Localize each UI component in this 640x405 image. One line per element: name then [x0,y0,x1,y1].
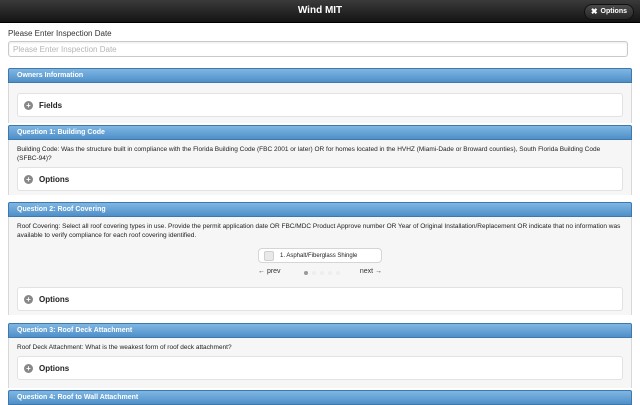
inspection-date-label: Please Enter Inspection Date [8,29,112,38]
options-collapsible[interactable]: + Options [17,287,623,311]
options-button[interactable]: ✖ Options [583,4,634,20]
app-header: Wind MIT ✖ Options [0,0,640,23]
section-question-4: Question 4: Roof to Wall Attachment [8,390,632,405]
pager-dot[interactable] [312,271,316,275]
section-header[interactable]: Owners Information [8,68,632,83]
pager-dot[interactable] [304,271,308,275]
fields-collapsible[interactable]: + Fields [17,93,623,117]
pager-dots [304,271,340,275]
plus-icon: + [24,100,33,110]
checkbox-icon[interactable] [264,250,274,261]
collapsible-label: Options [39,294,70,304]
inspection-date-input[interactable] [8,41,628,57]
section-owners-information: Owners Information + Fields [8,68,632,123]
question-text: Roof Covering: Select all roof covering … [17,223,621,239]
option-pager: ← prev next → [258,267,382,279]
options-collapsible[interactable]: + Options [17,356,623,380]
close-icon: ✖ [590,7,598,16]
app-title: Wind MIT [297,5,343,16]
question-text: Roof Deck Attachment: What is the weakes… [17,344,232,351]
section-body: + Fields [8,83,632,123]
section-body: Roof Covering: Select all roof covering … [8,217,632,315]
prev-button[interactable]: ← prev [258,268,281,275]
plus-icon: + [24,294,33,304]
section-question-3: Question 3: Roof Deck Attachment Roof De… [8,323,632,388]
roof-covering-option[interactable]: 1. Asphalt/Fiberglass Shingle [258,248,382,263]
collapsible-label: Options [39,363,70,373]
section-header[interactable]: Question 1: Building Code [8,125,632,140]
question-text: Building Code: Was the structure built i… [17,146,601,162]
pager-dot[interactable] [328,271,332,275]
section-question-2: Question 2: Roof Covering Roof Covering:… [8,202,632,315]
options-collapsible[interactable]: + Options [17,167,623,191]
options-button-label: Options [600,8,627,15]
pager-dot[interactable] [320,271,324,275]
collapsible-label: Options [39,174,70,184]
section-body: Roof Deck Attachment: What is the weakes… [8,338,632,388]
plus-icon: + [24,363,33,373]
section-header[interactable]: Question 3: Roof Deck Attachment [8,323,632,338]
section-header[interactable]: Question 4: Roof to Wall Attachment [8,390,632,405]
section-question-1: Question 1: Building Code Building Code:… [8,125,632,195]
section-header[interactable]: Question 2: Roof Covering [8,202,632,217]
collapsible-label: Fields [39,100,63,110]
section-body: Building Code: Was the structure built i… [8,140,632,195]
next-button[interactable]: next → [360,268,382,275]
plus-icon: + [24,174,33,184]
roof-option-label: 1. Asphalt/Fiberglass Shingle [280,252,358,259]
pager-dot[interactable] [336,271,340,275]
